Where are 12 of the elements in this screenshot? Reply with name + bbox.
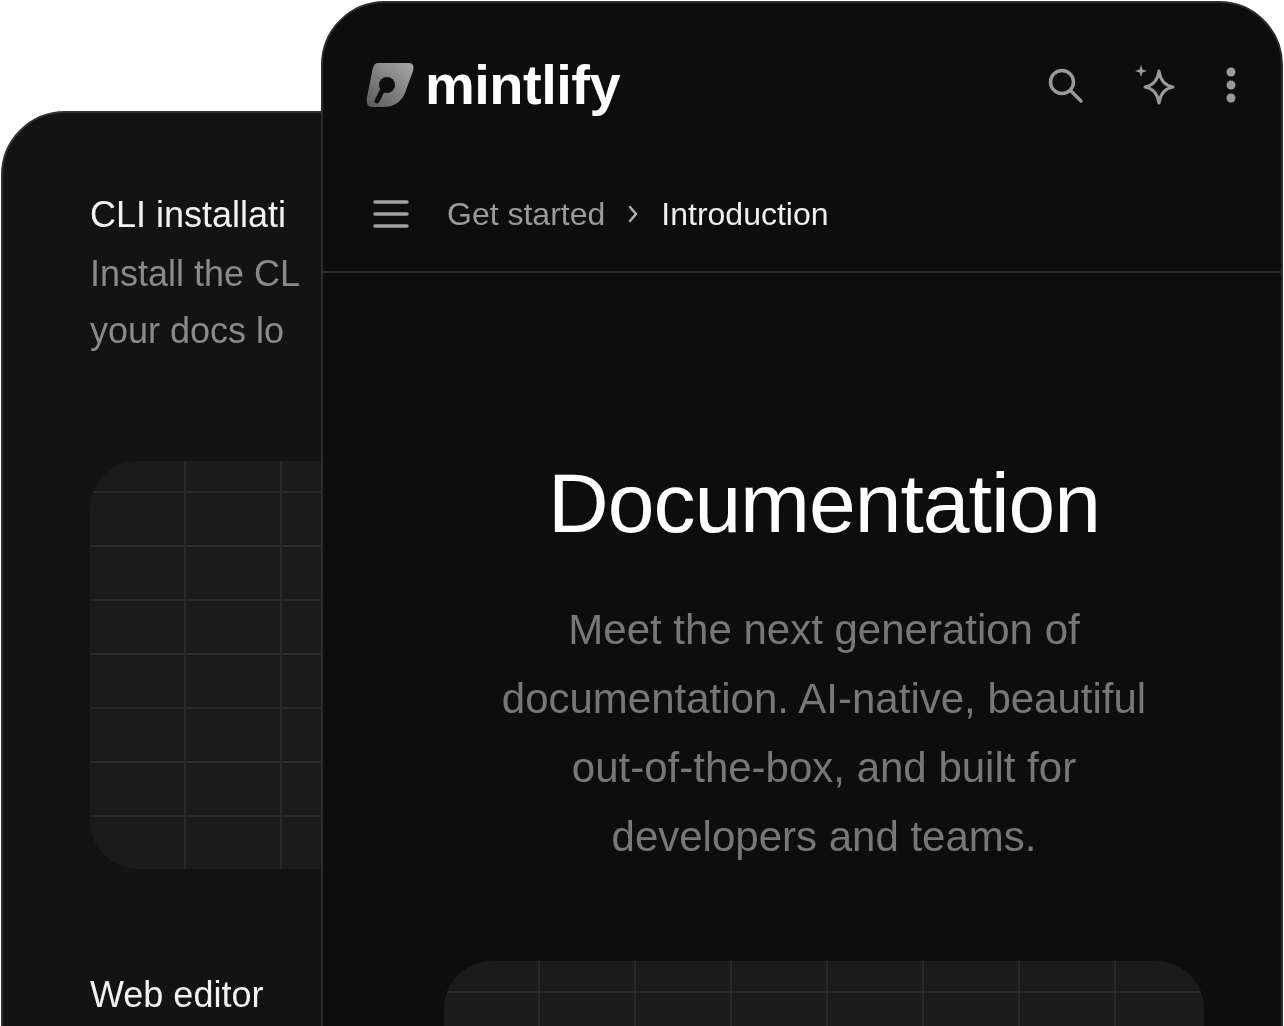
- chevron-right-icon: [627, 204, 640, 224]
- logo-text[interactable]: mintlify: [425, 51, 621, 117]
- breadcrumb-link[interactable]: Get started: [447, 195, 606, 233]
- page-description: Meet the next generation of documentation. AI-native, beautiful out-of-the-box, and built for developers and teams.: [500, 605, 1148, 862]
- more-icon[interactable]: [1225, 67, 1237, 103]
- section-description: your docs lo: [90, 309, 285, 353]
- page-title: Documentation: [548, 455, 1100, 551]
- section-title: CLI installati: [90, 193, 287, 237]
- breadcrumb-link[interactable]: Introduction: [661, 195, 829, 233]
- menu-icon[interactable]: [373, 198, 409, 230]
- section-title: Web editor: [90, 973, 264, 1017]
- section-description: Install the CL: [90, 252, 301, 296]
